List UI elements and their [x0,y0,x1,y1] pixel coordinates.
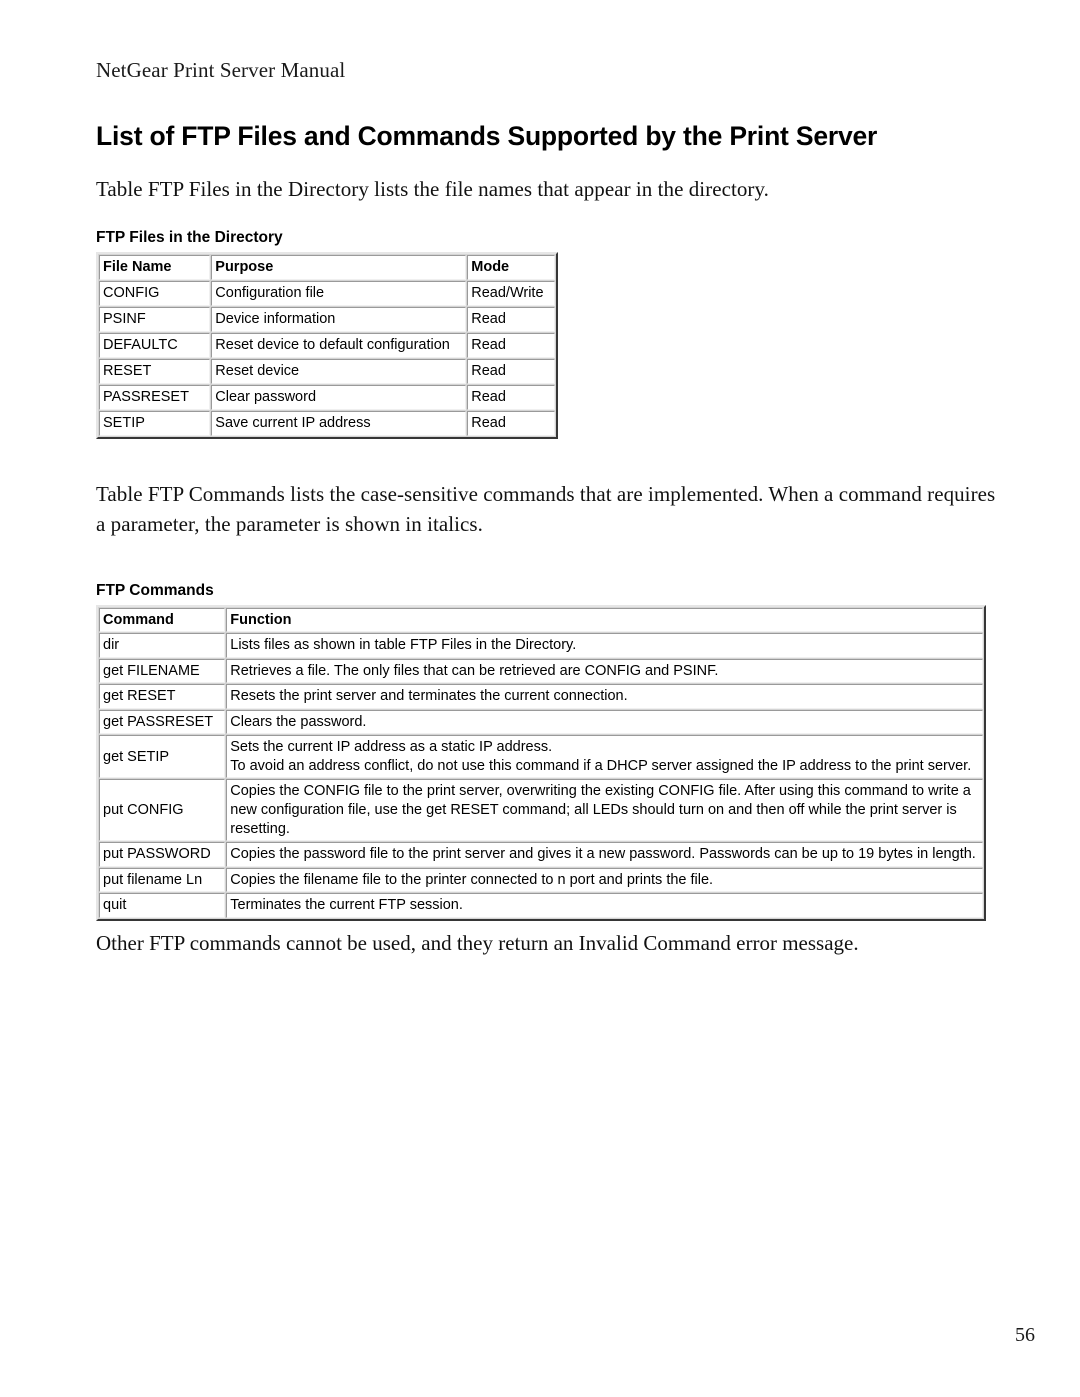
running-header: NetGear Print Server Manual [96,58,346,82]
page-title: List of FTP Files and Commands Supported… [96,121,878,152]
cell-command: get SETIP [97,734,227,780]
cell-purpose: Device information [210,306,468,333]
cell-purpose: Reset device to default configuration [210,332,468,359]
column-header-mode: Mode [466,254,556,281]
cell-command: get RESET [97,683,227,710]
cell-purpose: Save current IP address [210,410,468,437]
table-row: RESET Reset device Read [97,358,556,385]
ftp-files-table-caption: FTP Files in the Directory [96,229,283,246]
cell-file-name: PSINF [97,306,212,333]
cell-function: Copies the password file to the print se… [225,841,984,868]
cell-file-name: SETIP [97,410,212,437]
cell-file-name: CONFIG [97,280,212,307]
table-header-row: File Name Purpose Mode [97,254,556,281]
cell-mode: Read/Write [466,280,556,307]
table-row: SETIP Save current IP address Read [97,410,556,437]
ftp-commands-table: Command Function dir Lists files as show… [96,604,986,921]
cell-mode: Read [466,332,556,359]
ftp-files-table: File Name Purpose Mode CONFIG Configurat… [96,252,558,439]
cell-mode: Read [466,358,556,385]
cell-command: quit [97,892,227,919]
cell-function: Sets the current IP address as a static … [225,734,984,780]
cell-purpose: Reset device [210,358,468,385]
table-row: put PASSWORD Copies the password file to… [97,841,984,868]
cell-mode: Read [466,306,556,333]
cell-function: Copies the CONFIG file to the print serv… [225,778,984,843]
cell-function: Copies the filename file to the printer … [225,866,984,894]
table-row: CONFIG Configuration file Read/Write [97,280,556,307]
column-header-command: Command [97,606,227,634]
table-row: PSINF Device information Read [97,306,556,333]
table-row: put filename Ln Copies the filename file… [97,866,984,894]
table-row: quit Terminates the current FTP session. [97,892,984,919]
cell-function: Lists files as shown in table FTP Files … [225,632,984,659]
cell-command: get FILENAME [97,657,227,685]
cell-command: get PASSRESET [97,708,227,736]
closing-paragraph: Other FTP commands cannot be used, and t… [96,930,859,955]
table-row: get PASSRESET Clears the password. [97,708,984,736]
second-paragraph: Table FTP Commands lists the case-sensit… [96,482,996,536]
page-number: 56 [1015,1324,1035,1346]
table-row: get RESET Resets the print server and te… [97,683,984,710]
cell-function: Terminates the current FTP session. [225,892,984,919]
cell-function: Clears the password. [225,708,984,736]
table-row: dir Lists files as shown in table FTP Fi… [97,632,984,659]
cell-command: put CONFIG [97,778,227,843]
table-row: get FILENAME Retrieves a file. The only … [97,657,984,685]
table-header-row: Command Function [97,606,984,634]
column-header-function: Function [225,606,984,634]
cell-function: Resets the print server and terminates t… [225,683,984,710]
column-header-purpose: Purpose [210,254,468,281]
cell-mode: Read [466,384,556,411]
cell-command: put filename Ln [97,866,227,894]
table-row: DEFAULTC Reset device to default configu… [97,332,556,359]
cell-file-name: RESET [97,358,212,385]
table-row: put CONFIG Copies the CONFIG file to the… [97,778,984,843]
column-header-file-name: File Name [97,254,212,281]
cell-file-name: DEFAULTC [97,332,212,359]
cell-file-name: PASSRESET [97,384,212,411]
ftp-commands-table-caption: FTP Commands [96,581,214,599]
table-row: get SETIP Sets the current IP address as… [97,734,984,780]
intro-paragraph: Table FTP Files in the Directory lists t… [96,177,769,202]
cell-purpose: Clear password [210,384,468,411]
cell-function: Retrieves a file. The only files that ca… [225,657,984,685]
cell-command: put PASSWORD [97,841,227,868]
cell-purpose: Configuration file [210,280,468,307]
cell-command: dir [97,632,227,659]
table-row: PASSRESET Clear password Read [97,384,556,411]
document-page: NetGear Print Server Manual List of FTP … [0,0,1080,1397]
cell-mode: Read [466,410,556,437]
page-content: NetGear Print Server Manual List of FTP … [96,0,996,980]
